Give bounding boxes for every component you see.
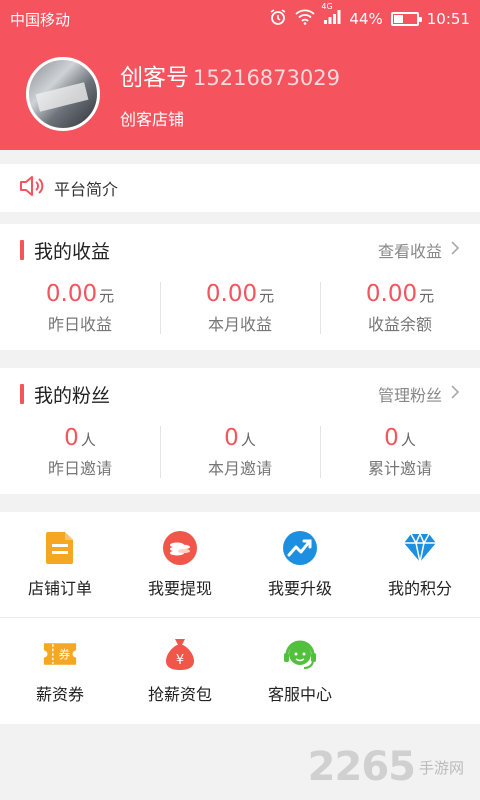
stat-month-earnings[interactable]: 0.00 元 本月收益: [160, 276, 320, 340]
fans-stats: 0人 昨日邀请 0人 本月邀请 0人 累计邀请: [0, 420, 480, 494]
chevron-right-icon: [450, 240, 460, 260]
grid-item-withdraw[interactable]: 我要提现: [120, 512, 240, 617]
speaker-icon: [18, 174, 44, 202]
stat-value: 0: [64, 425, 79, 451]
profile-info: 创客号 15216873029 创客店铺: [120, 58, 340, 130]
stat-label: 累计邀请: [367, 459, 432, 478]
battery-percent: 44%: [349, 10, 383, 28]
stat-yesterday-invites[interactable]: 0人 昨日邀请: [0, 420, 160, 484]
earnings-header: 我的收益 查看收益: [0, 224, 480, 276]
stat-value-line: 0.00 元: [366, 281, 434, 307]
profile-name: 创客号: [120, 65, 189, 91]
coupon-glyph: 券: [59, 647, 71, 661]
watermark-sub: 手游网: [418, 758, 464, 777]
grid-item-upgrade[interactable]: 我要升级: [240, 512, 360, 617]
stat-value: 0.00: [205, 281, 258, 307]
stat-value: 0.00: [365, 281, 418, 307]
view-earnings-link[interactable]: 查看收益: [378, 238, 460, 262]
earnings-card: 我的收益 查看收益 0.00 元 昨日收益 0.00 元 本月收益 0.00 元 收益…: [0, 224, 480, 350]
status-bar: 中国移动 4G 44% 10:51: [0, 0, 480, 38]
grid-item-grab-salary-pack[interactable]: ¥ 抢薪资包: [120, 618, 240, 724]
profile-shop: 创客店铺: [120, 110, 185, 129]
stat-unit: 人: [80, 431, 96, 449]
stat-value: 0: [224, 425, 239, 451]
network-type-label: 4G: [321, 2, 333, 11]
grid-item-label: 我的积分: [387, 578, 452, 598]
upgrade-icon: [283, 530, 317, 565]
battery-icon: [390, 12, 422, 26]
earnings-title: 我的收益: [34, 240, 111, 263]
stat-label: 收益余额: [367, 315, 432, 334]
stat-label: 本月收益: [207, 315, 272, 334]
grid-item-label: 抢薪资包: [147, 685, 212, 704]
stat-label: 本月邀请: [207, 459, 272, 478]
signal-icon: 4G: [321, 2, 341, 29]
section-marker: [20, 384, 24, 404]
clock: 10:51: [426, 10, 470, 28]
stat-value: 0.00: [45, 281, 98, 307]
grid-item-label: 薪资券: [35, 685, 84, 704]
manage-fans-link[interactable]: 管理粉丝: [378, 382, 460, 406]
view-earnings-label: 查看收益: [377, 242, 442, 261]
fans-title: 我的粉丝: [34, 384, 111, 407]
stat-label: 昨日邀请: [47, 459, 112, 478]
stat-unit: 元: [259, 287, 275, 305]
stat-value-line: 0.00 元: [206, 281, 274, 307]
grid-item-shop-orders[interactable]: 店铺订单: [0, 512, 120, 617]
alarm-icon: [269, 8, 287, 30]
stat-yesterday-earnings[interactable]: 0.00 元 昨日收益: [0, 276, 160, 340]
grid-item-customer-service[interactable]: 客服中心: [240, 618, 360, 724]
profile-name-line: 创客号 15216873029: [120, 58, 340, 92]
profile-header[interactable]: 创客号 15216873029 创客店铺: [0, 38, 480, 150]
money-bag-icon: ¥: [163, 637, 197, 671]
earnings-title-wrap: 我的收益: [20, 237, 110, 264]
diamond-icon: [403, 531, 437, 565]
grid-item-label: 我要升级: [267, 578, 332, 598]
grid-item-label: 我要提现: [147, 578, 212, 598]
battery-level: [393, 15, 404, 23]
stat-balance[interactable]: 0.00 元 收益余额: [320, 276, 480, 340]
avatar[interactable]: [26, 57, 100, 131]
manage-fans-label: 管理粉丝: [377, 386, 442, 405]
fans-title-wrap: 我的粉丝: [20, 381, 110, 408]
carrier-label: 中国移动: [10, 10, 71, 29]
watermark-number: 2265: [307, 744, 416, 790]
stat-value-line: 0.00 元: [46, 281, 114, 307]
stat-unit: 人: [240, 431, 256, 449]
platform-intro-row[interactable]: 平台简介: [0, 164, 480, 212]
order-icon: [43, 531, 77, 565]
headset-icon: [283, 637, 317, 671]
watermark: 2265 手游网: [308, 744, 464, 790]
function-grid: 店铺订单 我要提现 我要升级 我的积分 券 薪资券 ¥ 抢薪资包 客服中心: [0, 512, 480, 724]
coins-icon: [163, 530, 197, 565]
stat-unit: 人: [400, 431, 416, 449]
stat-label: 昨日收益: [47, 315, 112, 334]
money-bag-glyph: ¥: [176, 653, 184, 668]
grid-item-label: 客服中心: [267, 685, 332, 704]
stat-value-line: 0人: [384, 425, 416, 451]
status-icons: 4G 44% 10:51: [269, 2, 470, 30]
stat-unit: 元: [419, 287, 435, 305]
fans-header: 我的粉丝 管理粉丝: [0, 368, 480, 420]
fans-card: 我的粉丝 管理粉丝 0人 昨日邀请 0人 本月邀请 0人 累计邀请: [0, 368, 480, 494]
platform-intro-label: 平台简介: [54, 180, 119, 199]
grid-row: 券 薪资券 ¥ 抢薪资包 客服中心: [0, 618, 480, 724]
earnings-stats: 0.00 元 昨日收益 0.00 元 本月收益 0.00 元 收益余额: [0, 276, 480, 350]
stat-value: 0: [384, 425, 399, 451]
grid-item-label: 店铺订单: [27, 578, 92, 598]
stat-month-invites[interactable]: 0人 本月邀请: [160, 420, 320, 484]
grid-item-salary-coupon[interactable]: 券 薪资券: [0, 618, 120, 724]
section-marker: [20, 240, 24, 260]
grid-item-points[interactable]: 我的积分: [360, 512, 480, 617]
stat-unit: 元: [99, 287, 115, 305]
profile-phone: 15216873029: [193, 66, 340, 90]
stat-value-line: 0人: [224, 425, 256, 451]
stat-total-invites[interactable]: 0人 累计邀请: [320, 420, 480, 484]
grid-row: 店铺订单 我要提现 我要升级 我的积分: [0, 512, 480, 618]
wifi-icon: [295, 9, 316, 29]
stat-value-line: 0人: [64, 425, 96, 451]
chevron-right-icon: [450, 384, 460, 404]
coupon-icon: 券: [43, 637, 77, 671]
